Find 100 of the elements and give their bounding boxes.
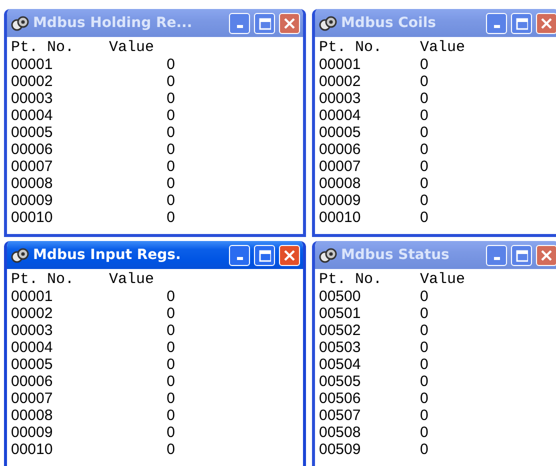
window-title: Mdbus Coils (341, 15, 437, 31)
point-number: 00009 (319, 192, 362, 209)
point-number: 00002 (11, 73, 54, 90)
point-value: 0 (166, 390, 175, 407)
maximize-icon (515, 248, 528, 262)
point-number: 00506 (319, 390, 362, 407)
point-value: 0 (166, 158, 175, 175)
point-value: 0 (166, 107, 175, 124)
window-title: Mdbus Input Regs. (33, 247, 182, 263)
point-value: 0 (420, 158, 428, 175)
point-number: 00009 (11, 424, 54, 441)
point-value: 0 (420, 56, 428, 73)
point-value: 0 (166, 73, 175, 90)
point-number: 00500 (319, 288, 362, 305)
point-value: 0 (166, 407, 175, 424)
point-value: 0 (420, 175, 428, 192)
window-title: Mdbus Holding Re... (33, 15, 194, 31)
point-number: 00003 (11, 322, 54, 339)
point-number: 00006 (11, 141, 54, 158)
point-value: 0 (166, 339, 175, 356)
point-value: 0 (420, 305, 428, 322)
point-number: 00001 (319, 56, 362, 73)
minimize-icon (494, 256, 500, 260)
column-header: Pt. No. (11, 39, 76, 56)
column-header: Value (109, 271, 154, 288)
point-value: 0 (166, 441, 175, 458)
point-number: 00002 (11, 305, 54, 322)
point-value: 0 (420, 441, 428, 458)
point-number: 00502 (319, 322, 362, 339)
close-icon (540, 16, 553, 30)
point-value: 0 (420, 339, 428, 356)
point-value: 0 (420, 322, 428, 339)
close-icon (283, 248, 296, 262)
column-header: Value (109, 39, 154, 56)
maximize-icon (258, 248, 271, 262)
point-value: 0 (420, 73, 428, 90)
point-number: 00004 (11, 107, 54, 124)
point-value: 0 (166, 90, 175, 107)
point-value: 0 (166, 322, 175, 339)
point-number: 00507 (319, 407, 362, 424)
point-value: 0 (166, 56, 175, 73)
point-number: 00005 (319, 124, 362, 141)
point-number: 00008 (11, 175, 54, 192)
point-value: 0 (420, 90, 428, 107)
point-value: 0 (166, 424, 175, 441)
point-value: 0 (166, 124, 175, 141)
minimize-button[interactable] (229, 244, 250, 266)
point-number: 00010 (11, 209, 54, 226)
point-value: 0 (420, 356, 428, 373)
column-header: Value (420, 271, 466, 288)
minimize-icon (236, 24, 242, 28)
point-value: 0 (166, 141, 175, 158)
point-value: 0 (420, 141, 428, 158)
point-value: 0 (420, 424, 428, 441)
point-value: 0 (166, 288, 175, 305)
column-header: Pt. No. (319, 271, 384, 288)
close-icon (283, 16, 296, 30)
point-value: 0 (420, 209, 428, 226)
point-value: 0 (166, 209, 175, 226)
maximize-icon (258, 16, 271, 30)
minimize-icon (236, 256, 242, 260)
point-number: 00501 (319, 305, 362, 322)
column-header: Value (420, 39, 466, 56)
point-value: 0 (166, 373, 175, 390)
close-button[interactable] (279, 244, 300, 266)
maximize-button[interactable] (254, 244, 275, 266)
minimize-icon (494, 24, 500, 28)
point-value: 0 (420, 407, 428, 424)
point-number: 00008 (11, 407, 54, 424)
point-number: 00509 (319, 441, 362, 458)
point-value: 0 (420, 192, 428, 209)
point-number: 00006 (11, 373, 54, 390)
close-icon (540, 248, 553, 262)
point-value: 0 (166, 356, 175, 373)
point-number: 00010 (319, 209, 362, 226)
point-number: 00503 (319, 339, 362, 356)
point-number: 00003 (319, 90, 362, 107)
point-number: 00001 (11, 288, 54, 305)
point-value: 0 (420, 107, 428, 124)
point-value: 0 (420, 124, 428, 141)
maximize-icon (515, 16, 528, 30)
point-number: 00004 (11, 339, 54, 356)
point-number: 00002 (319, 73, 362, 90)
point-number: 00006 (319, 141, 362, 158)
point-number: 00005 (11, 124, 54, 141)
point-number: 00505 (319, 373, 362, 390)
point-value: 0 (420, 288, 428, 305)
point-number: 00007 (11, 158, 54, 175)
point-value: 0 (420, 390, 428, 407)
point-number: 00007 (11, 390, 54, 407)
point-value: 0 (420, 373, 428, 390)
point-number: 00508 (319, 424, 362, 441)
point-value: 0 (166, 305, 175, 322)
point-number: 00004 (319, 107, 362, 124)
column-header: Pt. No. (319, 39, 384, 56)
point-number: 00003 (11, 90, 54, 107)
window-title: Mdbus Status (341, 247, 450, 263)
point-number: 00005 (11, 356, 54, 373)
point-number: 00010 (11, 441, 54, 458)
point-value: 0 (166, 192, 175, 209)
